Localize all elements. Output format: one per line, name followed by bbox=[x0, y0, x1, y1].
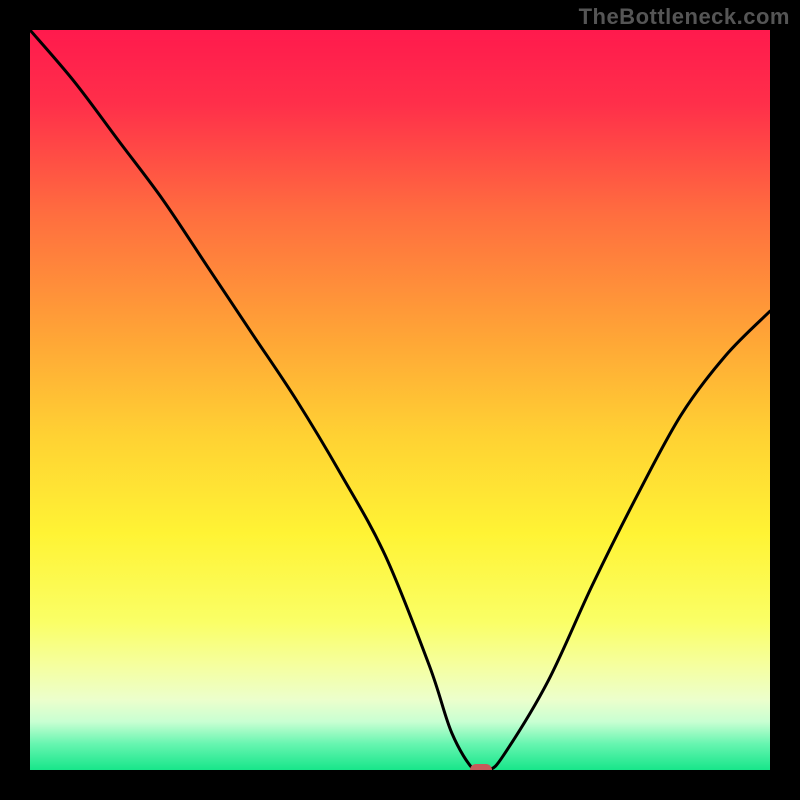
plot-svg bbox=[30, 30, 770, 770]
gradient-background bbox=[30, 30, 770, 770]
watermark-text: TheBottleneck.com bbox=[579, 4, 790, 30]
chart-frame: TheBottleneck.com bbox=[0, 0, 800, 800]
optimal-marker bbox=[470, 764, 492, 770]
plot-area bbox=[30, 30, 770, 770]
